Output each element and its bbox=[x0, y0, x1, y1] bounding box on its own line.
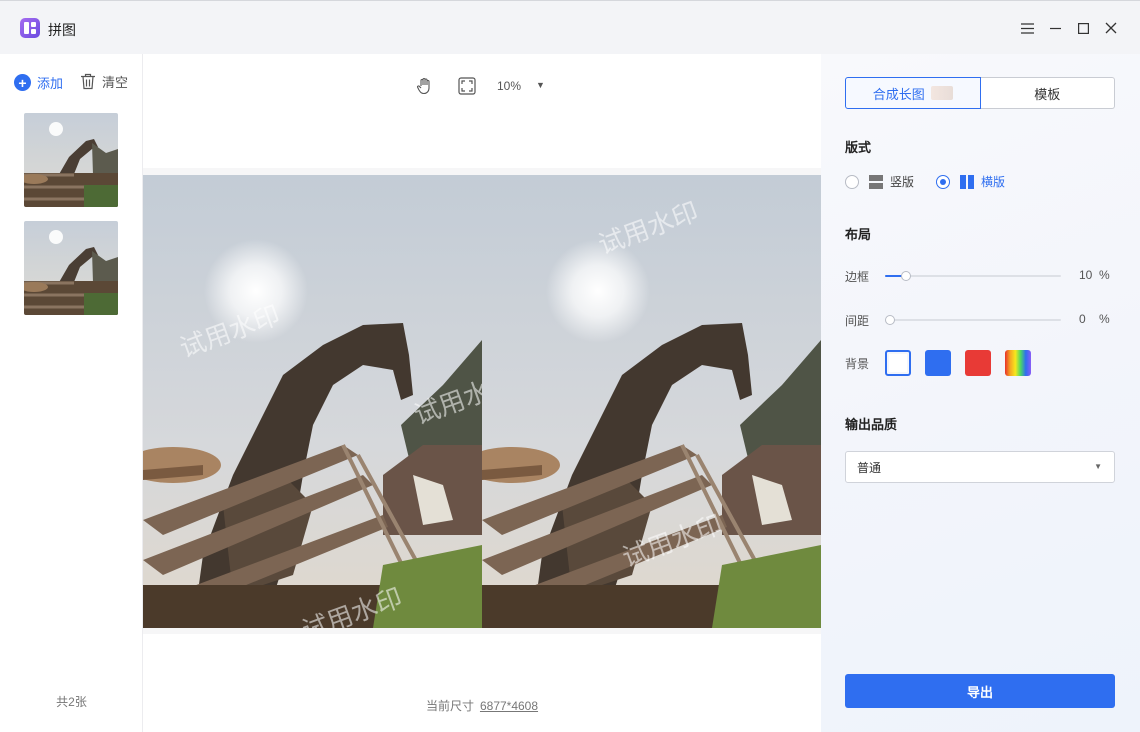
layout-vertical-radio[interactable]: 竖版 bbox=[845, 173, 914, 190]
fit-screen-icon bbox=[458, 77, 476, 95]
layout-vertical-label: 竖版 bbox=[890, 175, 915, 189]
layout-horizontal-label: 横版 bbox=[981, 175, 1006, 189]
layout-horizontal-radio[interactable]: 横版 bbox=[936, 173, 1005, 190]
giraffe-photo bbox=[24, 113, 118, 207]
add-button[interactable]: + 添加 bbox=[14, 73, 63, 92]
layout-section-title: 版式 bbox=[845, 140, 872, 155]
minimize-icon bbox=[1049, 27, 1061, 29]
spacing-slider-handle[interactable] bbox=[885, 315, 896, 325]
title-bar: 拼图 bbox=[0, 0, 1140, 54]
border-label: 边框 bbox=[845, 270, 870, 284]
size-value[interactable]: 6877*4608 bbox=[480, 699, 538, 713]
tab-label: 合成长图 bbox=[872, 86, 925, 102]
border-unit: % bbox=[1099, 268, 1110, 282]
layout-options: 竖版 横版 bbox=[845, 173, 1027, 190]
arrangement-section-title: 布局 bbox=[845, 227, 872, 242]
settings-panel: 合成长图 模板 版式 竖版 横版 布局 边框 10 % 间距 0 % 背景 输出… bbox=[821, 54, 1140, 732]
collage-preview[interactable]: 试用水印 试用水印 试用水印 试用水印 试用水印 bbox=[143, 175, 821, 628]
radio-dot bbox=[936, 174, 951, 189]
app-logo-icon bbox=[20, 18, 40, 38]
background-custom-color-swatch[interactable] bbox=[1005, 350, 1032, 376]
border-slider[interactable] bbox=[885, 271, 1061, 281]
quality-value: 普通 bbox=[857, 460, 882, 475]
quality-select[interactable]: 普通 ▼ bbox=[845, 451, 1115, 483]
minimize-button[interactable] bbox=[1044, 17, 1066, 39]
trash-icon bbox=[81, 73, 95, 90]
add-button-label: 添加 bbox=[37, 76, 64, 91]
background-red-swatch[interactable] bbox=[965, 350, 992, 376]
spacing-slider-row: 间距 0 % bbox=[845, 312, 1115, 328]
zoom-dropdown-icon[interactable]: ▼ bbox=[536, 80, 545, 90]
chevron-down-icon: ▼ bbox=[1094, 462, 1102, 471]
collage-image: 试用水印 试用水印 试用水印 bbox=[143, 175, 482, 628]
size-label: 当前尺寸 bbox=[425, 699, 474, 713]
plus-circle-icon: + bbox=[14, 74, 31, 91]
fit-screen-button[interactable] bbox=[455, 74, 479, 98]
image-thumbnail[interactable] bbox=[24, 221, 118, 315]
maximize-button[interactable] bbox=[1072, 17, 1094, 39]
vip-badge-icon bbox=[930, 86, 953, 100]
canvas-size-info: 当前尺寸 6877*4608 bbox=[143, 697, 821, 714]
background-label: 背景 bbox=[845, 356, 870, 371]
background-blue-swatch[interactable] bbox=[925, 350, 952, 376]
background-row: 背景 bbox=[845, 350, 1045, 376]
vertical-layout-icon bbox=[869, 174, 883, 189]
collage-image: 试用水印 试用水印 bbox=[482, 175, 821, 628]
tab-label: 模板 bbox=[1034, 86, 1061, 102]
tab-template[interactable]: 模板 bbox=[980, 77, 1115, 109]
pan-tool-button[interactable] bbox=[413, 74, 437, 98]
border-slider-handle[interactable] bbox=[901, 271, 912, 281]
spacing-label: 间距 bbox=[845, 314, 870, 328]
tab-long-image[interactable]: 合成长图 bbox=[845, 77, 981, 109]
zoom-level[interactable]: 10% bbox=[497, 79, 521, 93]
border-slider-row: 边框 10 % bbox=[845, 268, 1115, 284]
spacing-slider[interactable] bbox=[885, 315, 1061, 325]
clear-button[interactable]: 清空 bbox=[80, 72, 128, 91]
image-thumbnail[interactable] bbox=[24, 113, 118, 207]
canvas-area: 10% ▼ 试用水印 试用水印 试用水印 试用水印 试用水印 当前尺寸 6877… bbox=[143, 54, 821, 732]
close-icon bbox=[1105, 22, 1117, 34]
horizontal-layout-icon bbox=[960, 174, 975, 189]
clear-button-label: 清空 bbox=[102, 75, 129, 90]
export-button[interactable]: 导出 bbox=[845, 674, 1115, 708]
quality-section-title: 输出品质 bbox=[845, 417, 898, 432]
close-button[interactable] bbox=[1100, 17, 1122, 39]
mode-tabs: 合成长图 模板 bbox=[845, 77, 1115, 109]
image-list-panel: + 添加 清空 共2张 bbox=[0, 54, 143, 732]
radio-dot bbox=[845, 174, 859, 189]
image-count: 共2张 bbox=[56, 695, 87, 709]
giraffe-photo bbox=[24, 221, 118, 315]
spacing-unit: % bbox=[1099, 312, 1110, 326]
hand-icon bbox=[417, 77, 430, 95]
app-title: 拼图 bbox=[48, 22, 76, 38]
border-value: 10 bbox=[1079, 268, 1093, 282]
hamburger-icon bbox=[1020, 22, 1034, 34]
background-white-swatch[interactable] bbox=[885, 350, 912, 376]
menu-button[interactable] bbox=[1016, 17, 1038, 39]
spacing-value: 0 bbox=[1079, 312, 1086, 326]
canvas-toolbar: 10% ▼ bbox=[143, 74, 821, 98]
maximize-icon bbox=[1077, 22, 1089, 34]
